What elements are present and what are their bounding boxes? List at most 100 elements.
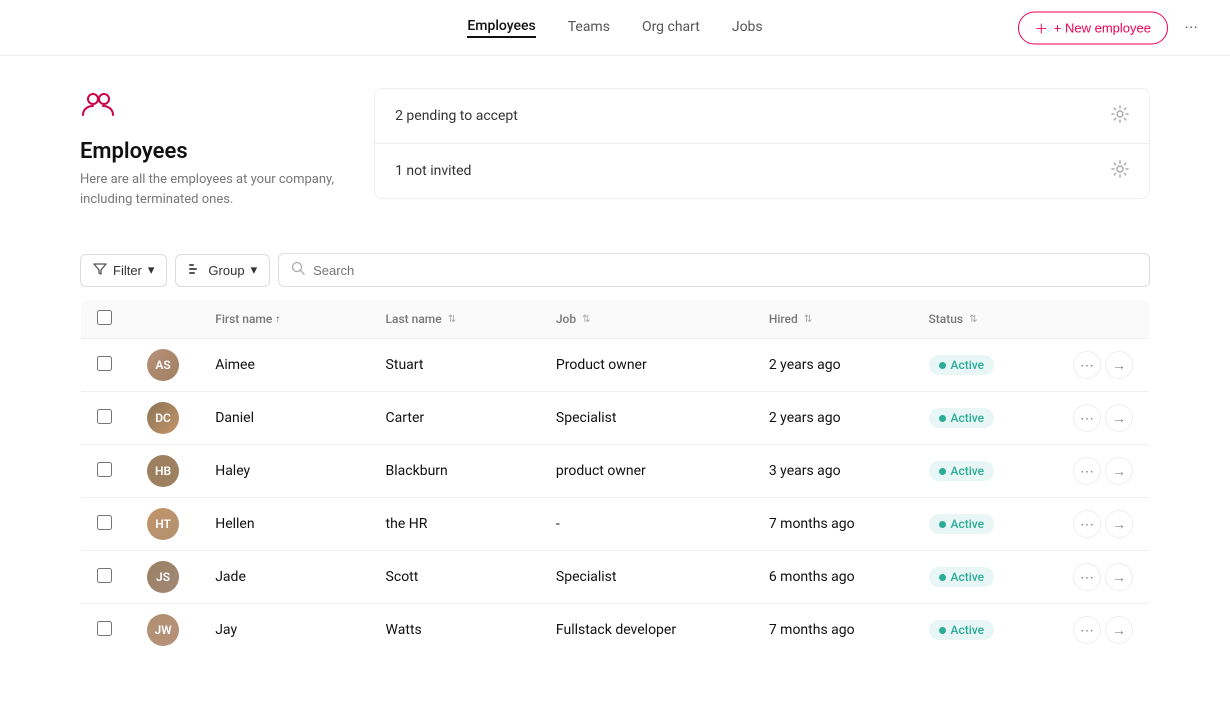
- nav-employees[interactable]: Employees: [467, 18, 535, 38]
- row-more-button-1[interactable]: ⋯: [1073, 351, 1101, 379]
- last-name-header[interactable]: Last name ⇅: [370, 300, 540, 339]
- select-all-checkbox[interactable]: [97, 310, 112, 325]
- nav-jobs[interactable]: Jobs: [732, 19, 763, 37]
- row-checkbox-cell: [81, 392, 132, 445]
- filter-chevron-icon: ▾: [148, 262, 155, 278]
- nav-right-actions: ＋ + New employee ⋯: [1018, 11, 1206, 44]
- avatar-5: JS: [147, 561, 179, 593]
- employees-table: First name ↑ Last name ⇅ Job ⇅: [80, 299, 1150, 657]
- plus-icon: ＋: [1035, 18, 1048, 37]
- top-navigation: Employees Teams Org chart Jobs ＋ + New e…: [0, 0, 1230, 56]
- status-badge: Active: [929, 514, 995, 534]
- row-actions-cell: ⋯ →: [1051, 604, 1150, 657]
- first-name-header[interactable]: First name ↑: [199, 300, 369, 339]
- status-header[interactable]: Status ⇅: [913, 300, 1051, 339]
- new-employee-button[interactable]: ＋ + New employee: [1018, 11, 1168, 44]
- status-dot: [939, 362, 946, 369]
- table-row: HB Haley Blackburn product owner 3 years…: [81, 445, 1150, 498]
- job-cell: Specialist: [540, 392, 753, 445]
- pending-settings-icon[interactable]: [1111, 105, 1129, 127]
- row-navigate-button-5[interactable]: →: [1105, 563, 1133, 591]
- hired-cell: 7 months ago: [753, 498, 913, 551]
- status-label: Status: [929, 312, 964, 326]
- avatar-cell: HB: [131, 445, 199, 498]
- status-badge: Active: [929, 567, 995, 587]
- nav-teams[interactable]: Teams: [568, 19, 610, 37]
- avatar-cell: JS: [131, 551, 199, 604]
- group-chevron-icon: ▾: [251, 262, 258, 278]
- last-name-cell: the HR: [370, 498, 540, 551]
- last-name-sort-icon: ⇅: [448, 314, 456, 325]
- not-invited-settings-icon[interactable]: [1111, 160, 1129, 182]
- table-controls: Filter ▾ Group ▾: [80, 241, 1150, 299]
- hired-header[interactable]: Hired ⇅: [753, 300, 913, 339]
- info-card-pending: 2 pending to accept: [375, 89, 1149, 143]
- row-checkbox-6[interactable]: [97, 621, 112, 636]
- table-row: AS Aimee Stuart Product owner 2 years ag…: [81, 339, 1150, 392]
- info-cards: 2 pending to accept 1 not invited: [374, 88, 1150, 199]
- avatar-cell: HT: [131, 498, 199, 551]
- group-label: Group: [208, 263, 244, 278]
- row-more-button-3[interactable]: ⋯: [1073, 457, 1101, 485]
- status-cell: Active: [913, 498, 1051, 551]
- search-icon: [291, 261, 305, 279]
- row-navigate-button-2[interactable]: →: [1105, 404, 1133, 432]
- job-label: Job: [556, 312, 576, 326]
- row-navigate-button-3[interactable]: →: [1105, 457, 1133, 485]
- row-checkbox-cell: [81, 445, 132, 498]
- table-row: JW Jay Watts Fullstack developer 7 month…: [81, 604, 1150, 657]
- search-input[interactable]: [313, 263, 1137, 278]
- filter-button[interactable]: Filter ▾: [80, 254, 167, 287]
- row-checkbox-1[interactable]: [97, 356, 112, 371]
- row-actions-cell: ⋯ →: [1051, 392, 1150, 445]
- main-content: Employees Here are all the employees at …: [0, 56, 1230, 689]
- avatar-cell: JW: [131, 604, 199, 657]
- row-more-button-5[interactable]: ⋯: [1073, 563, 1101, 591]
- row-actions-cell: ⋯ →: [1051, 551, 1150, 604]
- filter-icon: [93, 262, 107, 279]
- hired-cell: 7 months ago: [753, 604, 913, 657]
- page-header: Employees Here are all the employees at …: [80, 88, 1150, 209]
- ellipsis-icon: ⋯: [1184, 20, 1197, 36]
- row-more-button-2[interactable]: ⋯: [1073, 404, 1101, 432]
- row-checkbox-4[interactable]: [97, 515, 112, 530]
- nav-org-chart[interactable]: Org chart: [642, 19, 700, 37]
- row-navigate-button-1[interactable]: →: [1105, 351, 1133, 379]
- row-navigate-button-4[interactable]: →: [1105, 510, 1133, 538]
- row-checkbox-3[interactable]: [97, 462, 112, 477]
- avatar-cell: AS: [131, 339, 199, 392]
- row-actions-cell: ⋯ →: [1051, 339, 1150, 392]
- last-name-cell: Blackburn: [370, 445, 540, 498]
- row-checkbox-2[interactable]: [97, 409, 112, 424]
- row-navigate-button-6[interactable]: →: [1105, 616, 1133, 644]
- avatar-6: JW: [147, 614, 179, 646]
- row-more-button-6[interactable]: ⋯: [1073, 616, 1101, 644]
- status-label: Active: [951, 411, 985, 425]
- status-label: Active: [951, 570, 985, 584]
- last-name-cell: Watts: [370, 604, 540, 657]
- row-more-button-4[interactable]: ⋯: [1073, 510, 1101, 538]
- status-badge: Active: [929, 355, 995, 375]
- status-cell: Active: [913, 445, 1051, 498]
- group-button[interactable]: Group ▾: [175, 254, 270, 287]
- table-row: DC Daniel Carter Specialist 2 years ago …: [81, 392, 1150, 445]
- nav-more-button[interactable]: ⋯: [1176, 13, 1206, 43]
- row-checkbox-cell: [81, 551, 132, 604]
- hired-cell: 3 years ago: [753, 445, 913, 498]
- job-header[interactable]: Job ⇅: [540, 300, 753, 339]
- job-cell: Specialist: [540, 551, 753, 604]
- avatar-header: [131, 300, 199, 339]
- job-cell: Fullstack developer: [540, 604, 753, 657]
- row-checkbox-cell: [81, 339, 132, 392]
- status-cell: Active: [913, 604, 1051, 657]
- last-name-cell: Carter: [370, 392, 540, 445]
- first-name-cell: Haley: [199, 445, 369, 498]
- job-cell: Product owner: [540, 339, 753, 392]
- info-card-not-invited: 1 not invited: [375, 143, 1149, 198]
- status-label: Active: [951, 517, 985, 531]
- actions-header: [1051, 300, 1150, 339]
- row-checkbox-5[interactable]: [97, 568, 112, 583]
- row-actions-cell: ⋯ →: [1051, 498, 1150, 551]
- hired-cell: 6 months ago: [753, 551, 913, 604]
- status-dot: [939, 574, 946, 581]
